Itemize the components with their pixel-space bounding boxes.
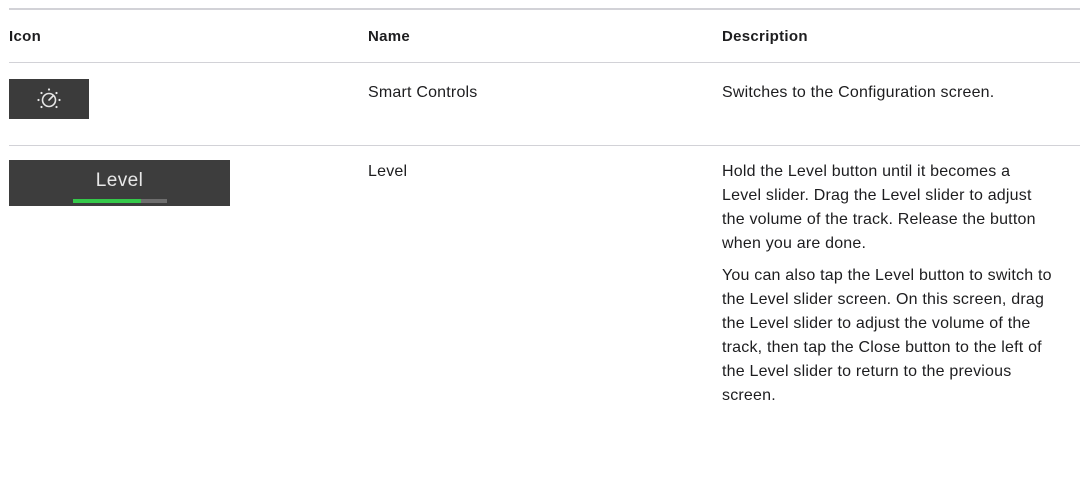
icon-reference-table: Icon Name Description Smart Controls Swi… [9,8,1080,404]
description-paragraph: You can also tap the Level button to swi… [722,267,1052,404]
level-meter-fill [73,199,141,203]
table-row: Smart Controls Switches to the Configura… [9,63,1080,146]
description-paragraph: Hold the Level button until it becomes a… [722,163,1036,252]
description-cell: Hold the Level button until it becomes a… [722,146,1052,404]
name-cell: Smart Controls [368,84,478,101]
level-button-label: Level [95,170,144,191]
icon-cell: Level [9,146,368,381]
level-button[interactable]: Level [9,160,230,206]
icon-cell [9,63,368,145]
table-header-row: Icon Name Description [9,10,1080,63]
column-header-name: Name [368,28,411,45]
description-paragraph: Switches to the Configuration screen. [722,84,995,101]
column-header-icon: Icon [9,28,42,45]
description-cell: Switches to the Configuration screen. [722,63,1052,145]
level-meter-track [73,199,167,203]
table-row: Level Level Hold the Level button until … [9,146,1080,404]
smart-controls-button[interactable] [9,79,89,119]
name-cell: Level [368,163,408,180]
smart-controls-knob-icon [37,88,61,109]
column-header-description: Description [722,28,808,45]
